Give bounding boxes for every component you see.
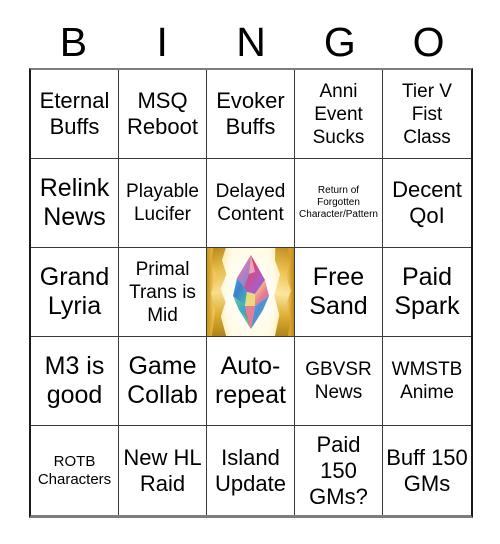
bingo-cell[interactable]: MSQ Reboot	[119, 70, 207, 159]
bingo-cell-label: Delayed Content	[215, 181, 286, 225]
bingo-grid: Eternal Buffs MSQ Reboot Evoker Buffs Anni …	[29, 68, 473, 518]
bingo-cell-label: Eternal Buffs	[39, 88, 110, 139]
bingo-header: B I N G O	[29, 18, 473, 66]
bingo-cell[interactable]: Primal Trans is Mid	[119, 248, 207, 337]
bingo-card: B I N G O Eternal Buffs MSQ Reboot Evoker …	[0, 0, 500, 544]
bingo-cell-label: Decent QoI	[392, 177, 462, 228]
bingo-cell-label: Relink News	[39, 174, 110, 231]
bingo-cell-label: MSQ Reboot	[127, 88, 198, 139]
bingo-cell[interactable]: Game Collab	[119, 337, 207, 426]
bingo-cell[interactable]: Decent QoI	[383, 159, 471, 248]
bingo-cell-label: Paid Spark	[394, 263, 460, 320]
bingo-cell-label: Return of Forgotten Character/Pattern	[299, 185, 378, 220]
bingo-cell[interactable]: Return of Forgotten Character/Pattern	[295, 159, 383, 248]
bingo-cell[interactable]: Tier V Fist Class	[383, 70, 471, 159]
bingo-cell-label: Paid 150 GMs?	[309, 431, 368, 509]
bingo-cell-label: Island Update	[215, 444, 286, 496]
bingo-cell[interactable]: WMSTB Anime	[383, 337, 471, 426]
bingo-cell-label: Grand Lyria	[39, 263, 110, 320]
bingo-cell[interactable]: Grand Lyria	[31, 248, 119, 337]
bingo-cell[interactable]: Eternal Buffs	[31, 70, 119, 159]
bingo-cell-label: WMSTB Anime	[391, 359, 463, 403]
bingo-cell-label: Auto-repeat	[215, 352, 286, 409]
bingo-cell-label: GBVSR News	[305, 359, 372, 403]
bingo-cell[interactable]: ROTB Characters	[31, 426, 119, 515]
header-letter-b: B	[59, 19, 88, 65]
bingo-cell[interactable]: Island Update	[207, 426, 295, 515]
bingo-cell-label: M3 is good	[44, 352, 105, 409]
crystal-icon	[232, 255, 269, 329]
bingo-cell[interactable]: Anni Event Sucks	[295, 70, 383, 159]
bingo-cell-free-space[interactable]	[207, 248, 295, 337]
bingo-cell[interactable]: Buff 150 GMs	[383, 426, 471, 515]
header-letter-n: N	[236, 19, 266, 65]
bingo-cell[interactable]: Delayed Content	[207, 159, 295, 248]
bingo-cell[interactable]: Relink News	[31, 159, 119, 248]
bingo-cell-label: Playable Lucifer	[126, 181, 199, 225]
bingo-cell-label: Evoker Buffs	[216, 88, 285, 139]
bingo-cell[interactable]: Playable Lucifer	[119, 159, 207, 248]
bingo-cell[interactable]: Paid 150 GMs?	[295, 426, 383, 515]
bingo-cell[interactable]: Paid Spark	[383, 248, 471, 337]
bingo-cell[interactable]: GBVSR News	[295, 337, 383, 426]
header-letter-o: O	[412, 19, 445, 65]
bingo-cell[interactable]: Evoker Buffs	[207, 70, 295, 159]
bingo-cell-label: New HL Raid	[123, 444, 202, 496]
bingo-cell-label: Buff 150 GMs	[386, 444, 468, 496]
bingo-cell-label: Anni Event Sucks	[312, 80, 365, 148]
bingo-cell-label: Free Sand	[309, 263, 368, 320]
bingo-cell[interactable]: Free Sand	[295, 248, 383, 337]
bingo-cell-label: Tier V Fist Class	[402, 80, 452, 148]
bingo-cell[interactable]: M3 is good	[31, 337, 119, 426]
header-letter-g: G	[323, 19, 356, 65]
bingo-cell[interactable]: New HL Raid	[119, 426, 207, 515]
bingo-cell[interactable]: Auto-repeat	[207, 337, 295, 426]
header-letter-i: I	[156, 19, 168, 65]
bingo-cell-label: ROTB Characters	[37, 452, 112, 488]
bingo-cell-label: Primal Trans is Mid	[129, 258, 196, 326]
bingo-cell-label: Game Collab	[127, 352, 198, 409]
